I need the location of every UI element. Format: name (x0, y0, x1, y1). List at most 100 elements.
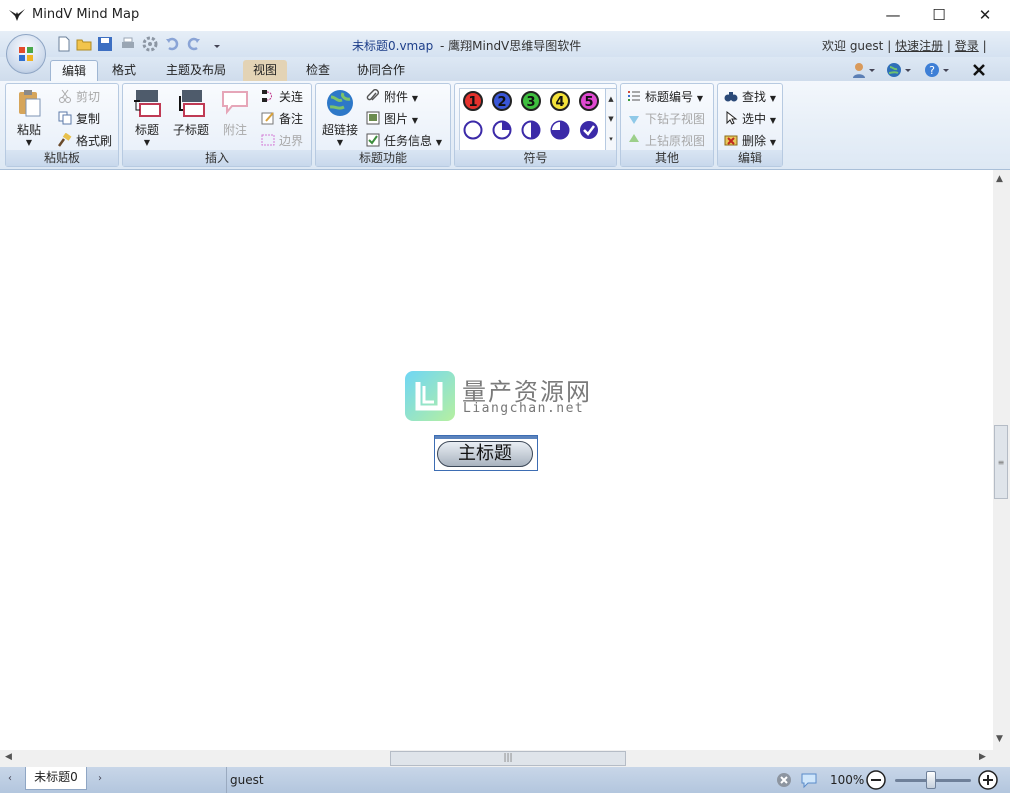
horizontal-scroll-thumb[interactable]: ||| (390, 751, 626, 766)
close-window-button[interactable]: ✕ (962, 0, 1008, 31)
group-other: 标题编号 ▼ 下钻子视图 上钻原视图 其他 (620, 83, 714, 167)
insert-subtopic-button[interactable]: 子标题 (171, 88, 211, 138)
undo-icon[interactable] (164, 36, 180, 52)
drill-down-button[interactable]: 下钻子视图 (627, 110, 705, 128)
zoom-out-icon[interactable] (866, 770, 886, 790)
callout-label: 附注 (222, 123, 247, 137)
tab-topic-layout[interactable]: 主题及布局 (158, 60, 234, 81)
image-icon (366, 111, 380, 125)
tab-format[interactable]: 格式 (104, 60, 144, 81)
globe-language-icon[interactable] (886, 62, 912, 78)
find-button[interactable]: 查找 ▼ (724, 88, 776, 106)
topic-dropdown-arrow: ▼ (143, 138, 151, 147)
scroll-right-arrow[interactable]: ▶ (979, 752, 986, 762)
progress-done-icon[interactable] (579, 120, 599, 140)
horizontal-scrollbar[interactable]: ◀ ||| ▶ (0, 750, 993, 767)
application-menu-button[interactable] (6, 34, 46, 74)
task-checklist-icon (366, 133, 380, 147)
find-label: 查找 (742, 90, 767, 104)
boundary-label: 边界 (279, 134, 304, 148)
delete-dropdown-arrow: ▼ (769, 138, 776, 147)
topic-numbering-button[interactable]: 标题编号 ▼ (627, 88, 703, 106)
vertical-scrollbar[interactable]: ▲ ≡ ▼ (993, 170, 1010, 750)
new-file-icon[interactable] (56, 36, 72, 52)
print-icon[interactable] (120, 36, 136, 52)
cut-button[interactable]: 剪切 (58, 88, 100, 106)
group-label-topic-functions: 标题功能 (316, 150, 450, 166)
symbol-gallery: 1 2 3 4 5 (459, 88, 606, 152)
doc-tabs-next-arrow[interactable]: › (98, 773, 102, 784)
drill-down-icon (629, 116, 639, 124)
priority-3-icon[interactable]: 3 (521, 91, 541, 111)
close-ribbon-icon[interactable] (972, 63, 986, 77)
central-topic-node[interactable]: 主标题 (434, 435, 538, 471)
login-link[interactable]: 登录 (955, 39, 979, 53)
paste-button[interactable]: 粘贴 ▼ (12, 88, 46, 147)
attachment-label: 附件 (384, 90, 409, 104)
doc-tabs-prev-arrow[interactable]: ‹ (8, 773, 12, 784)
scroll-down-arrow[interactable]: ▼ (996, 734, 1003, 744)
status-user: guest (230, 773, 264, 787)
select-button[interactable]: 选中 ▼ (724, 110, 776, 128)
numbering-dropdown-arrow: ▼ (696, 94, 703, 103)
boundary-button[interactable]: 边界 (261, 132, 303, 150)
relation-button[interactable]: 关连 (261, 88, 303, 106)
attachment-dropdown-arrow: ▼ (411, 94, 418, 103)
central-topic-text[interactable]: 主标题 (437, 441, 533, 467)
zoom-in-icon[interactable] (978, 770, 998, 790)
register-link[interactable]: 快速注册 (895, 39, 943, 53)
cut-label: 剪切 (76, 90, 101, 104)
window-titlebar: MindV Mind Map — ☐ ✕ (0, 0, 1010, 31)
progress-50-icon[interactable] (521, 120, 541, 140)
progress-0-icon[interactable] (463, 120, 483, 140)
symbol-gallery-scroll[interactable]: ▲ ▼ ▾ (605, 88, 617, 152)
help-icon[interactable]: ? (924, 62, 950, 78)
tab-edit[interactable]: 编辑 (50, 60, 98, 82)
chat-bubble-icon[interactable] (800, 771, 818, 789)
user-account-icon[interactable] (852, 62, 876, 78)
open-folder-icon[interactable] (76, 36, 92, 52)
format-painter-button[interactable]: 格式刷 (58, 132, 112, 150)
priority-1-icon[interactable]: 1 (463, 91, 483, 111)
attachment-button[interactable]: 附件 ▼ (366, 88, 418, 106)
callout-icon (222, 91, 248, 115)
copy-label: 复制 (76, 112, 101, 126)
document-tab[interactable]: 未标题0 (25, 767, 87, 790)
scroll-up-arrow[interactable]: ▲ (996, 174, 1003, 184)
topic-icon (134, 90, 161, 117)
tab-review[interactable]: 检查 (298, 60, 338, 81)
scroll-left-arrow[interactable]: ◀ (5, 752, 12, 762)
group-insert: 标题 ▼ 子标题 附注 关连 备注 边界 插入 (122, 83, 312, 167)
settings-gear-icon[interactable] (142, 36, 158, 52)
status-bar: ‹ 未标题0 › guest 100% (0, 767, 1010, 793)
priority-2-icon[interactable]: 2 (492, 91, 512, 111)
vertical-scroll-thumb[interactable]: ≡ (994, 425, 1008, 499)
copy-icon (58, 111, 72, 125)
copy-button[interactable]: 复制 (58, 110, 100, 128)
delete-icon (724, 135, 738, 146)
progress-25-icon[interactable] (492, 120, 512, 140)
subtopic-icon (179, 90, 205, 117)
insert-topic-button[interactable]: 标题 ▼ (127, 88, 167, 147)
note-button[interactable]: 备注 (261, 110, 303, 128)
stop-sync-icon[interactable] (776, 772, 792, 788)
minimize-button[interactable]: — (870, 0, 916, 31)
progress-75-icon[interactable] (550, 120, 570, 140)
zoom-slider-thumb[interactable] (926, 771, 936, 789)
priority-4-icon[interactable]: 4 (550, 91, 570, 111)
hyperlink-button[interactable]: 超链接 ▼ (320, 88, 360, 147)
save-icon[interactable] (97, 36, 113, 52)
user-welcome: 欢迎 guest | 快速注册 | 登录 | (822, 39, 987, 53)
customize-toolbar-icon[interactable] (212, 36, 222, 52)
priority-5-icon[interactable]: 5 (579, 91, 599, 111)
insert-callout-button[interactable]: 附注 (217, 88, 253, 138)
drill-up-button[interactable]: 上钻原视图 (627, 132, 705, 150)
redo-icon[interactable] (186, 36, 202, 52)
tab-collaboration[interactable]: 协同合作 (350, 60, 412, 81)
task-info-button[interactable]: 任务信息 ▼ (366, 132, 442, 150)
image-button[interactable]: 图片 ▼ (366, 110, 418, 128)
maximize-button[interactable]: ☐ (916, 0, 962, 31)
task-info-dropdown-arrow: ▼ (435, 138, 442, 147)
tab-view[interactable]: 视图 (243, 60, 287, 81)
delete-button[interactable]: 删除 ▼ (724, 132, 776, 150)
